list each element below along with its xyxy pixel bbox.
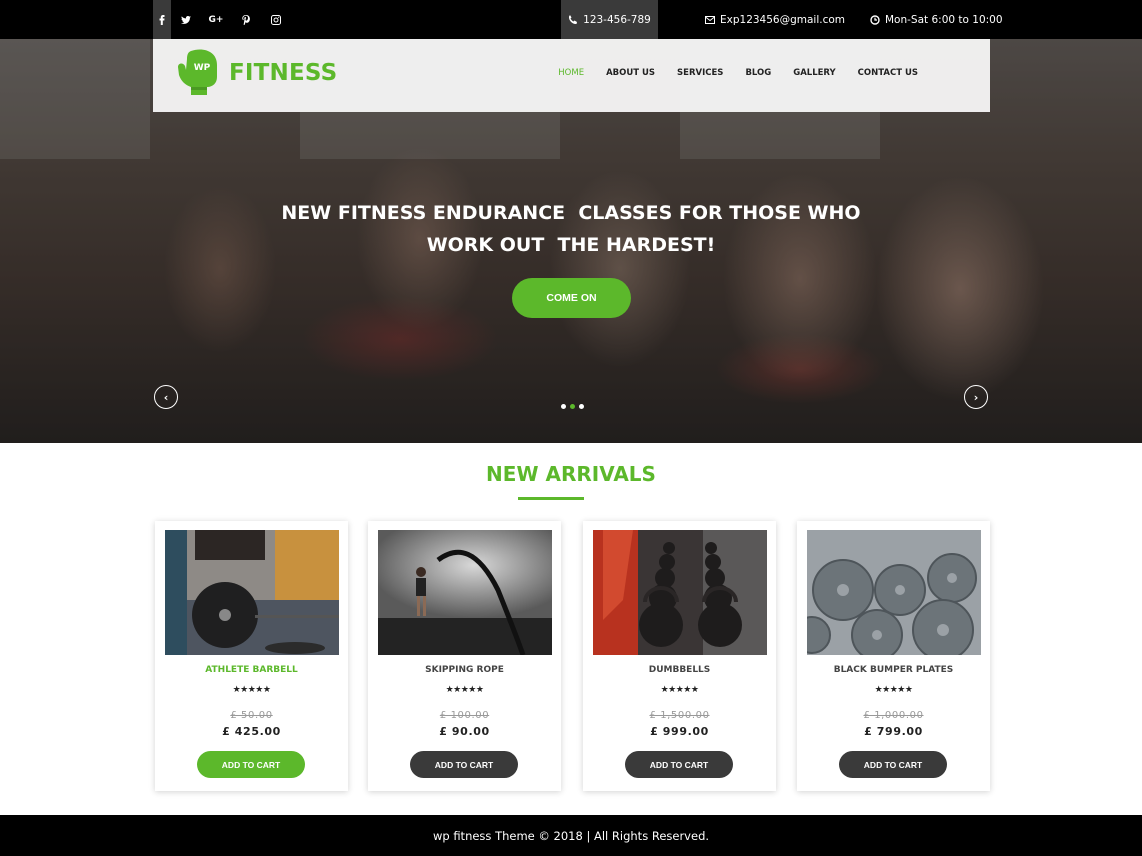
- old-price: £ 100.00: [439, 710, 490, 721]
- hero-headline: NEW FITNESS ENDURANCE CLASSES FOR THOSE …: [0, 197, 1142, 261]
- instagram-icon: [271, 14, 281, 25]
- product-name[interactable]: SKIPPING ROPE: [368, 665, 561, 675]
- svg-text:WP: WP: [194, 63, 211, 73]
- site-header: WP FITNESS HOME ABOUT US SERVICES BLOG G…: [153, 39, 990, 112]
- hours-text: Mon-Sat 6:00 to 10:00: [885, 13, 1003, 26]
- nav-contact-us[interactable]: CONTACT US: [858, 68, 918, 78]
- hero-headline-line2: WORK OUT THE HARDEST!: [426, 234, 716, 256]
- chevron-right-icon: ›: [973, 390, 979, 404]
- slider-dots: [561, 404, 584, 409]
- skipping-rope-photo: [378, 530, 552, 655]
- nav-services[interactable]: SERVICES: [677, 68, 723, 78]
- email-contact[interactable]: Exp123456@gmail.com: [705, 0, 845, 39]
- slider-dot[interactable]: [579, 404, 584, 409]
- product-name[interactable]: ATHLETE BARBELL: [155, 665, 348, 675]
- logo-text: FITNESS: [229, 60, 338, 86]
- site-footer: wp fitness Theme © 2018 | All Rights Res…: [0, 815, 1142, 856]
- email-address: Exp123456@gmail.com: [720, 13, 846, 26]
- barbell-plate-photo: [165, 530, 339, 655]
- come-on-button[interactable]: COME ON: [512, 278, 631, 318]
- nav-gallery[interactable]: GALLERY: [793, 68, 835, 78]
- product-card[interactable]: BLACK BUMPER PLATES ★★★★★ £ 1,000.00 £ 7…: [797, 521, 990, 791]
- copyright-text: wp fitness Theme © 2018 | All Rights Res…: [432, 828, 710, 843]
- bumper-plates-photo: [807, 530, 981, 655]
- phone-icon: [569, 14, 578, 24]
- phone-number: 123-456-789: [583, 13, 651, 26]
- sale-price: £ 90.00: [439, 725, 490, 738]
- product-name[interactable]: BLACK BUMPER PLATES: [797, 665, 990, 675]
- slider-prev-button[interactable]: ‹: [154, 385, 178, 409]
- slider-dot[interactable]: [561, 404, 566, 409]
- product-image[interactable]: [378, 530, 552, 655]
- old-price: £ 50.00: [230, 710, 273, 721]
- kettlebells-photo: [593, 530, 767, 655]
- social-links: G+: [153, 0, 291, 39]
- envelope-icon: [705, 15, 715, 24]
- pinterest-link[interactable]: [231, 0, 261, 39]
- product-card[interactable]: DUMBBELLS ★★★★★ £ 1,500.00 £ 999.00 ADD …: [583, 521, 776, 791]
- nav-home[interactable]: HOME: [558, 68, 584, 78]
- product-image[interactable]: [807, 530, 981, 655]
- rating-stars: ★★★★★: [874, 685, 913, 695]
- nav-blog[interactable]: BLOG: [745, 68, 771, 78]
- hero-headline-line1: NEW FITNESS ENDURANCE CLASSES FOR THOSE …: [281, 202, 861, 224]
- clock-icon: [870, 14, 880, 25]
- slider-next-button[interactable]: ›: [964, 385, 988, 409]
- google-plus-icon: G+: [208, 14, 224, 25]
- sale-price: £ 799.00: [864, 725, 923, 738]
- sale-price: £ 425.00: [222, 725, 281, 738]
- add-to-cart-button[interactable]: ADD TO CART: [197, 751, 305, 778]
- facebook-icon: [159, 14, 165, 25]
- pinterest-icon: [242, 14, 250, 25]
- add-to-cart-button[interactable]: ADD TO CART: [839, 751, 947, 778]
- chevron-left-icon: ‹: [163, 390, 169, 404]
- old-price: £ 1,500.00: [649, 710, 710, 721]
- old-price: £ 1,000.00: [863, 710, 924, 721]
- product-image[interactable]: [593, 530, 767, 655]
- product-card[interactable]: ATHLETE BARBELL ★★★★★ £ 50.00 £ 425.00 A…: [155, 521, 348, 791]
- boxing-glove-icon: WP: [178, 49, 217, 95]
- rating-stars: ★★★★★: [660, 685, 699, 695]
- nav-about-us[interactable]: ABOUT US: [606, 68, 655, 78]
- product-image[interactable]: [165, 530, 339, 655]
- product-name[interactable]: DUMBBELLS: [583, 665, 776, 675]
- site-logo[interactable]: WP FITNESS: [177, 47, 337, 99]
- top-bar: G+ 123-456-789 Exp123456@gmail.com Mon-S…: [0, 0, 1142, 39]
- twitter-icon: [181, 15, 191, 24]
- title-underline: [518, 497, 584, 500]
- section-title: NEW ARRIVALS: [486, 462, 656, 486]
- rating-stars: ★★★★★: [445, 685, 484, 695]
- google-plus-link[interactable]: G+: [201, 0, 231, 39]
- add-to-cart-button[interactable]: ADD TO CART: [625, 751, 733, 778]
- twitter-link[interactable]: [171, 0, 201, 39]
- slider-dot-active[interactable]: [570, 404, 575, 409]
- product-card[interactable]: SKIPPING ROPE ★★★★★ £ 100.00 £ 90.00 ADD…: [368, 521, 561, 791]
- opening-hours: Mon-Sat 6:00 to 10:00: [870, 0, 1003, 39]
- facebook-link[interactable]: [153, 0, 171, 39]
- rating-stars: ★★★★★: [232, 685, 271, 695]
- add-to-cart-button[interactable]: ADD TO CART: [410, 751, 518, 778]
- sale-price: £ 999.00: [650, 725, 709, 738]
- phone-contact[interactable]: 123-456-789: [561, 0, 658, 39]
- instagram-link[interactable]: [261, 0, 291, 39]
- main-nav: HOME ABOUT US SERVICES BLOG GALLERY CONT…: [536, 68, 918, 78]
